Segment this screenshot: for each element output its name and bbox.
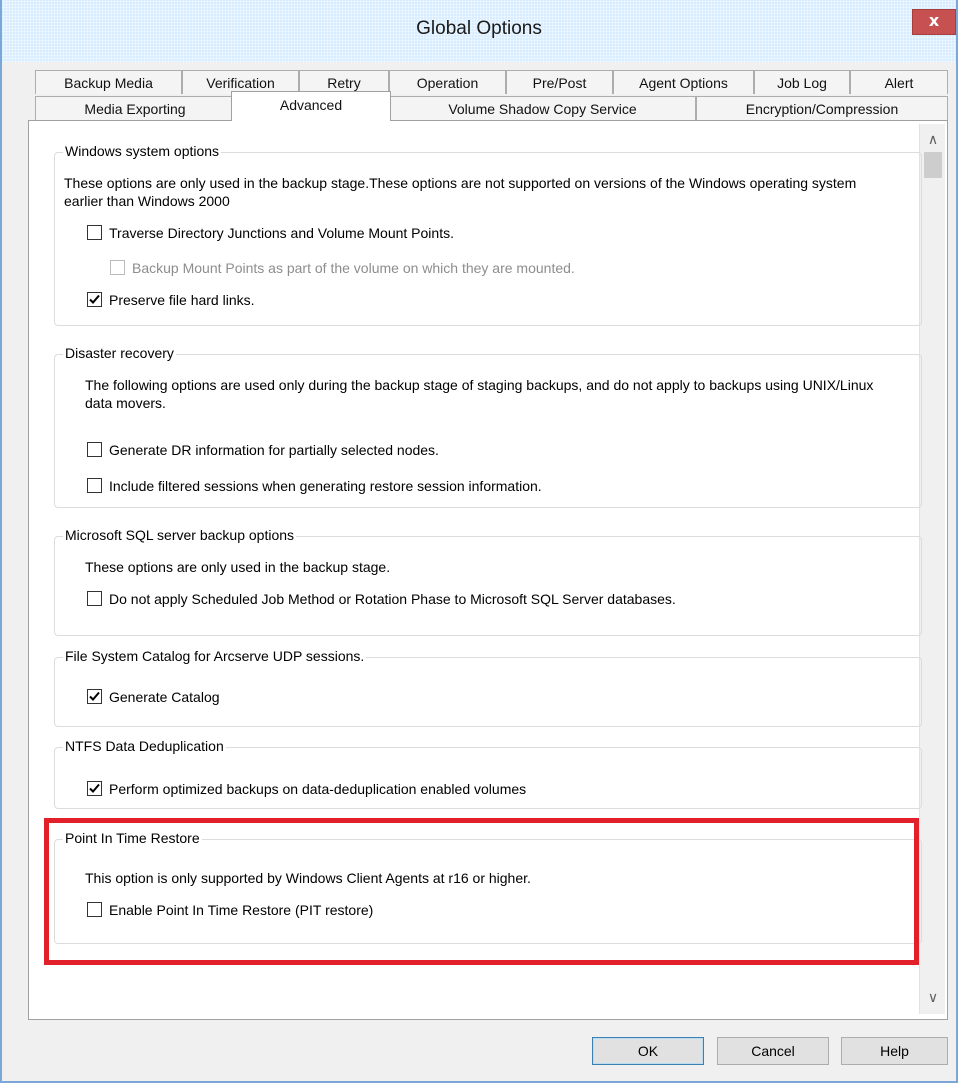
tab-alert[interactable]: Alert bbox=[850, 70, 948, 94]
tab-media-exporting[interactable]: Media Exporting bbox=[35, 96, 235, 120]
sql-backup-options-title: Microsoft SQL server backup options bbox=[63, 527, 297, 543]
ntfs-deduplication-title: NTFS Data Deduplication bbox=[63, 738, 226, 754]
tab-backup-media[interactable]: Backup Media bbox=[35, 70, 182, 94]
checkmark-icon bbox=[89, 691, 100, 701]
ntfs-deduplication-group bbox=[54, 747, 922, 809]
sql-backup-options-group bbox=[54, 536, 922, 636]
close-icon: x bbox=[928, 11, 940, 30]
point-in-time-restore-group bbox=[54, 839, 922, 944]
traverse-junctions-label: Traverse Directory Junctions and Volume … bbox=[109, 225, 454, 241]
point-in-time-restore-description: This option is only supported by Windows… bbox=[85, 870, 531, 886]
optimized-backups-label: Perform optimized backups on data-dedupl… bbox=[109, 781, 527, 797]
checkmark-icon bbox=[89, 783, 100, 793]
enable-pit-restore-checkbox[interactable] bbox=[87, 902, 102, 917]
scroll-thumb[interactable] bbox=[924, 152, 942, 178]
scroll-up-icon[interactable]: ∧ bbox=[920, 128, 946, 152]
ok-button[interactable]: OK bbox=[592, 1037, 704, 1065]
do-not-apply-rotation-label: Do not apply Scheduled Job Method or Rot… bbox=[109, 591, 676, 607]
checkmark-icon bbox=[89, 294, 100, 304]
scroll-down-icon[interactable]: ∨ bbox=[920, 986, 946, 1010]
tab-volume-shadow-copy-service[interactable]: Volume Shadow Copy Service bbox=[389, 96, 696, 120]
window-title: Global Options bbox=[416, 18, 542, 39]
tab-operation[interactable]: Operation bbox=[389, 70, 506, 94]
tab-agent-options[interactable]: Agent Options bbox=[613, 70, 754, 94]
tab-encryption-compression[interactable]: Encryption/Compression bbox=[696, 96, 948, 120]
traverse-junctions-checkbox[interactable] bbox=[87, 225, 102, 240]
enable-pit-restore-label: Enable Point In Time Restore (PIT restor… bbox=[109, 902, 374, 918]
cancel-button[interactable]: Cancel bbox=[717, 1037, 829, 1065]
windows-system-options-description: These options are only used in the backu… bbox=[64, 175, 857, 209]
generate-catalog-checkbox[interactable] bbox=[87, 689, 102, 704]
generate-dr-info-checkbox[interactable] bbox=[87, 442, 102, 457]
do-not-apply-rotation-checkbox[interactable] bbox=[87, 591, 102, 606]
preserve-hard-links-checkbox[interactable] bbox=[87, 292, 102, 307]
global-options-dialog: Global Options x Backup Media Verificati… bbox=[0, 0, 958, 1083]
file-system-catalog-title: File System Catalog for Arcserve UDP ses… bbox=[63, 648, 367, 664]
tab-advanced[interactable]: Advanced bbox=[231, 91, 391, 121]
preserve-hard-links-label: Preserve file hard links. bbox=[109, 292, 255, 308]
backup-mount-points-checkbox[interactable] bbox=[110, 260, 125, 275]
windows-system-options-title: Windows system options bbox=[63, 143, 222, 159]
tab-pre-post[interactable]: Pre/Post bbox=[506, 70, 613, 94]
generate-catalog-label: Generate Catalog bbox=[109, 689, 220, 705]
vertical-scrollbar[interactable]: ∧ ∨ bbox=[919, 124, 945, 1014]
include-filtered-sessions-checkbox[interactable] bbox=[87, 478, 102, 493]
help-button[interactable]: Help bbox=[841, 1037, 948, 1065]
disaster-recovery-title: Disaster recovery bbox=[63, 345, 176, 361]
point-in-time-restore-title: Point In Time Restore bbox=[63, 830, 202, 846]
backup-mount-points-label: Backup Mount Points as part of the volum… bbox=[132, 260, 575, 276]
optimized-backups-checkbox[interactable] bbox=[87, 781, 102, 796]
tab-job-log[interactable]: Job Log bbox=[754, 70, 850, 94]
include-filtered-sessions-label: Include filtered sessions when generatin… bbox=[109, 478, 542, 494]
disaster-recovery-description: The following options are used only duri… bbox=[85, 377, 874, 411]
sql-backup-options-description: These options are only used in the backu… bbox=[85, 559, 391, 575]
title-bar[interactable]: Global Options x bbox=[2, 0, 956, 62]
close-button[interactable]: x bbox=[912, 9, 956, 35]
generate-dr-info-label: Generate DR information for partially se… bbox=[109, 442, 439, 458]
